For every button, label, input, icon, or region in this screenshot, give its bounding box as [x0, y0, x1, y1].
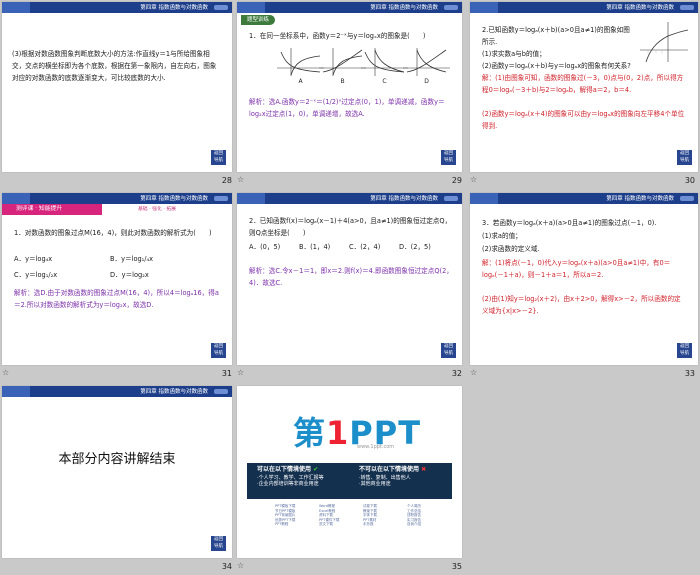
option-c: C．(2，4) [349, 243, 381, 251]
return-nav-button[interactable]: 返回 导航 [441, 150, 456, 165]
option-graph-d [403, 48, 450, 76]
option-label-c: C [382, 78, 387, 85]
link-column-1[interactable]: PPT模板下载 节日PPT模板 PPT背景图片 优秀PPT下载 PPT教程 [275, 504, 319, 527]
slide-31[interactable]: 第四章 指数函数与对数函数 测评课 · 知能提升 基础 · 强化 · 拓展 1．对… [2, 193, 232, 365]
option-b: B．y＝log₁/₄x [110, 255, 154, 263]
star-icon[interactable]: ☆ [237, 368, 244, 377]
slide-header: 第四章 指数函数与对数函数 [2, 193, 232, 204]
link-column-3[interactable]: 试卷下载 教案下载 字体下载 PPT素材 手抄报 [363, 504, 407, 527]
site-url[interactable]: www.1ppt.com [357, 444, 394, 450]
check-icon: ✔ [313, 466, 319, 473]
solution-text-2: (2)函数y＝logₐ(x＋4)的图象可以由y＝logₐx的图象向左平移4个单位… [482, 110, 685, 131]
question-text: 2．已知函数f(x)＝logₐ(x－1)＋4(a>0，且a≠1)的图象恒过定点Q… [249, 217, 452, 238]
slide-caption: ☆ 32 [237, 368, 462, 378]
slide-caption: ☆ 29 [237, 175, 462, 185]
option-graph-b [319, 48, 366, 76]
option-b: B．(1，4) [299, 243, 331, 251]
return-nav-button[interactable]: 返回 导航 [677, 150, 692, 165]
return-nav-button[interactable]: 返回 导航 [211, 150, 226, 165]
solution-text-2: (2)由(1)知y＝log₂(x＋2)，由x＋2>0，解得x>－2，所以函数的定… [482, 295, 681, 316]
option-label-a: A [298, 78, 303, 85]
star-icon[interactable]: ☆ [237, 561, 244, 570]
option-a: A．y＝log₄x [14, 255, 53, 263]
star-icon[interactable]: ☆ [2, 368, 9, 377]
option-a: A．(0，5) [249, 243, 281, 251]
slide-32[interactable]: 第四章 指数函数与对数函数 2．已知函数f(x)＝logₐ(x－1)＋4(a>0… [237, 193, 462, 365]
slide-body: (3)根据对数函数图象判断底数大小的方法:作直线y＝1与所给图象相交，交点的横坐… [12, 50, 217, 83]
option-graph-c [361, 48, 408, 76]
star-icon[interactable]: ☆ [470, 368, 477, 377]
return-nav-button[interactable]: 返回 导航 [677, 343, 692, 358]
section-stripe: 测评课 · 知能提升 基础 · 强化 · 拓展 [2, 204, 176, 215]
return-nav-button[interactable]: 返回 导航 [441, 343, 456, 358]
slide-header: 第四章 指数函数与对数函数 [2, 386, 232, 397]
solution-text-1: 解：(1)将点(－1，0)代入y＝logₐ(x＋a)(a>0且a≠1)中，有0＝… [482, 259, 671, 280]
slide-header: 第四章 指数函数与对数函数 [237, 2, 462, 13]
slide-35[interactable]: 第1PPT www.1ppt.com 可以在以下情境使用 ✔ ·个人学习、教学、… [237, 386, 462, 558]
cross-icon: ✖ [421, 466, 427, 473]
return-nav-button[interactable]: 返回 导航 [211, 536, 226, 551]
question-text: 1．在同一坐标系中，函数y＝2⁻ˣ与y＝logₓx的图象是( ) [249, 32, 426, 40]
slide-caption: ☆ 35 [237, 561, 462, 571]
solution-text: 解析：选A.函数y＝2⁻ˣ＝(1/2)ˣ过定点(0，1)，单调递减，函数y＝lo… [249, 98, 445, 119]
option-graph-a [277, 48, 324, 76]
solution-text: 解析：选C.令x－1＝1，即x＝2.则f(x)＝4.即函数图象恒过定点Q(2，4… [249, 267, 453, 288]
sub-question-2: (2)函数y＝logₐ(x＋b)与y＝logₐx的图象有何关系? [482, 62, 631, 70]
option-label-d: D [424, 78, 429, 85]
slide-caption: ☆ 33 [470, 368, 695, 378]
slide-34[interactable]: 第四章 指数函数与对数函数 本部分内容讲解结束 返回 导航 [2, 386, 232, 558]
slide-28[interactable]: 第四章 指数函数与对数函数 (3)根据对数函数图象判断底数大小的方法:作直线y＝… [2, 2, 232, 172]
star-icon[interactable]: ☆ [237, 175, 244, 184]
slide-header: 第四章 指数函数与对数函数 [470, 2, 698, 13]
return-nav-button[interactable]: 返回 导航 [211, 343, 226, 358]
usage-banner: 可以在以下情境使用 ✔ ·个人学习、教学、工作汇报等 ·企业内部培训等非商业用途… [247, 463, 452, 499]
slide-header: 第四章 指数函数与对数函数 [2, 2, 232, 13]
question-text: 1．对数函数的图象过点M(16，4)，则此对数函数的解析式为( ) [14, 229, 212, 237]
slide-30[interactable]: 第四章 指数函数与对数函数 2.已知函数y＝logₐ(x＋b)(a>0且a≠1)… [470, 2, 698, 172]
end-title: 本部分内容讲解结束 [58, 452, 176, 467]
question-text: 2.已知函数y＝logₐ(x＋b)(a>0且a≠1)的图象如图所示. [482, 26, 630, 47]
sub-question-2: (2)求函数的定义域. [482, 245, 540, 253]
slide-header: 第四章 指数函数与对数函数 [470, 193, 698, 204]
slide-caption: 28 [221, 176, 232, 185]
slide-caption: ☆ 30 [470, 175, 695, 185]
slide-header: 第四章 指数函数与对数函数 [237, 193, 462, 204]
option-d: D．y＝log₂x [110, 271, 149, 279]
option-c: C．y＝log₁/₂x [14, 271, 58, 279]
star-icon[interactable]: ☆ [470, 175, 477, 184]
slide-33[interactable]: 第四章 指数函数与对数函数 3．若函数y＝logₐ(x＋a)(a>0且a≠1)的… [470, 193, 698, 365]
link-column-2[interactable]: Word教程 Excel教程 资料下载 PPT课件下载 范文下载 [319, 504, 363, 527]
question-text: 3．若函数y＝logₐ(x＋a)(a>0且a≠1)的图象过点(－1，0). [482, 219, 657, 227]
solution-text: 解析：选D.由于对数函数的图象过点M(16，4)，所以4＝logₐ16，得a＝2… [14, 289, 219, 310]
option-d: D．(2，5) [399, 243, 431, 251]
slide-29[interactable]: 第四章 指数函数与对数函数 题型训练 1．在同一坐标系中，函数y＝2⁻ˣ与y＝l… [237, 2, 462, 172]
solution-text-1: 解：(1)由图象可知，函数的图象过(－3，0)点与(0，2)点，所以得方程0＝l… [482, 74, 684, 95]
slide-caption: 34 [221, 562, 232, 571]
link-column-4[interactable]: 个人简历 工作总结 述职报告 实习报告 自我介绍 [407, 504, 451, 527]
sub-question-1: (1)求a的值； [482, 232, 522, 240]
sub-question-1: (1)求实数a与b的值； [482, 50, 546, 58]
section-tag: 题型训练 [241, 15, 276, 25]
option-label-b: B [340, 78, 345, 85]
slide-caption: ☆ 31 [2, 368, 232, 378]
